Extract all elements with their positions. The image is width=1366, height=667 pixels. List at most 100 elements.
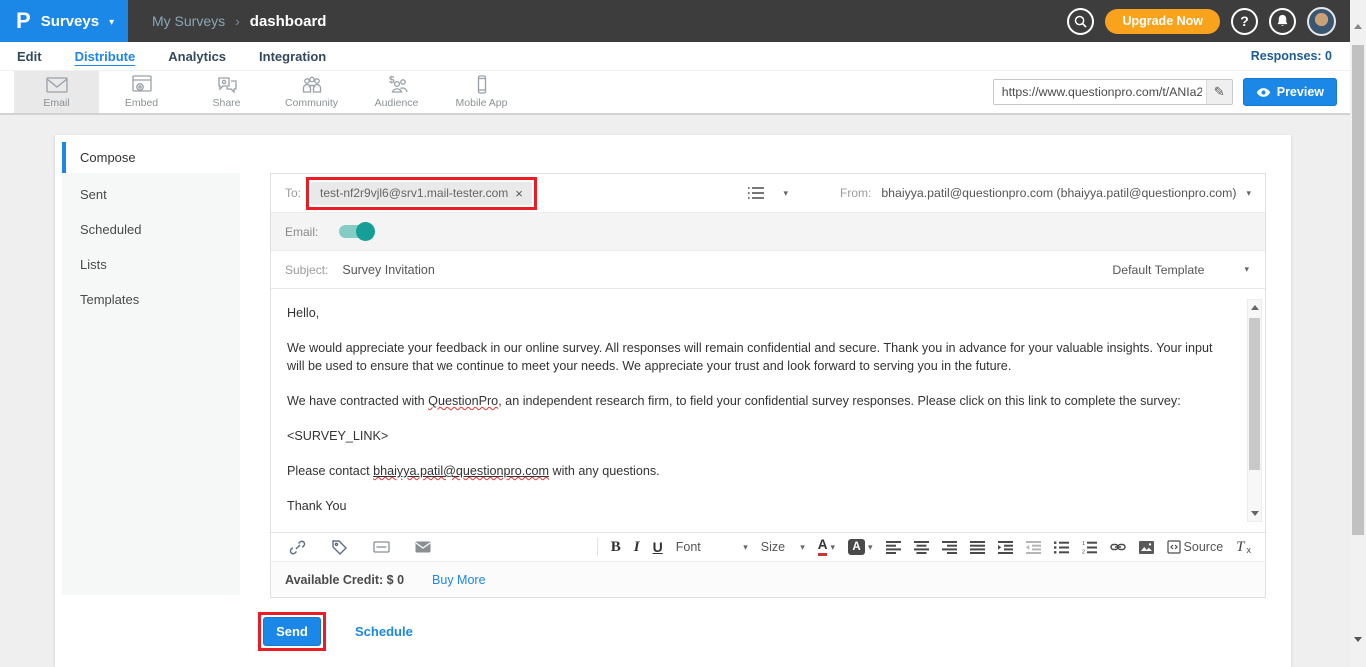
channel-mobile-app[interactable]: Mobile App [439, 71, 524, 113]
audience-icon: $ [385, 75, 409, 95]
send-button[interactable]: Send [263, 617, 321, 646]
page-scrollbar[interactable] [1350, 0, 1366, 667]
insert-tag-button[interactable] [331, 539, 348, 555]
email-distribution-panel: Compose Sent Scheduled Lists Templates T… [55, 135, 1291, 667]
editor-scrollbar[interactable] [1247, 299, 1262, 522]
bg-color-button[interactable]: A▾ [848, 539, 873, 555]
image-icon [1139, 541, 1154, 554]
sidebar-item-label: Compose [80, 150, 136, 165]
scroll-down-icon[interactable] [1248, 507, 1261, 520]
product-switcher[interactable]: P Surveys ▾ [0, 0, 128, 42]
recipient-chip[interactable]: test-nf2r9vjl6@srv1.mail-tester.com × [311, 182, 532, 205]
indent-button[interactable] [998, 541, 1013, 554]
bell-icon [1276, 14, 1289, 28]
preview-label: Preview [1277, 85, 1324, 99]
survey-nav-tabs: Edit Distribute Analytics Integration Re… [0, 42, 1350, 71]
sidebar-item-label: Sent [80, 187, 107, 202]
channel-label: Community [285, 97, 338, 109]
bold-button[interactable]: B [611, 539, 621, 556]
channel-label: Audience [375, 97, 419, 109]
edit-url-button[interactable]: ✎ [1206, 80, 1232, 104]
align-right-button[interactable] [942, 541, 957, 554]
sidebar-item-label: Lists [80, 257, 107, 272]
subject-label: Subject: [285, 263, 328, 277]
notifications-button[interactable] [1269, 8, 1296, 35]
mobile-app-icon [470, 75, 494, 95]
scroll-up-icon[interactable] [1248, 301, 1261, 314]
annotation-box-send: Send [258, 612, 326, 651]
caret-down-icon: ▾ [868, 542, 873, 553]
numbered-list-button[interactable]: 12 [1082, 541, 1097, 554]
breadcrumb-current: dashboard [250, 13, 327, 30]
justify-button[interactable] [970, 541, 985, 554]
insert-field-button[interactable] [373, 541, 390, 553]
link-icon [289, 539, 306, 556]
breadcrumb-parent[interactable]: My Surveys [152, 13, 225, 29]
tab-distribute[interactable]: Distribute [75, 49, 136, 64]
hyperlink-button[interactable] [1110, 542, 1126, 552]
editor-scrollbar-thumb[interactable] [1249, 318, 1260, 470]
list-caret-icon[interactable]: ▾ [783, 188, 788, 199]
italic-button[interactable]: I [634, 539, 640, 556]
source-icon [1167, 540, 1181, 554]
preview-button[interactable]: Preview [1243, 78, 1337, 106]
tab-analytics[interactable]: Analytics [168, 49, 226, 64]
bullet-list-button[interactable] [1054, 541, 1069, 554]
outdent-button[interactable] [1026, 541, 1041, 554]
chevron-down-icon: ▾ [109, 17, 114, 28]
help-button[interactable]: ? [1231, 8, 1258, 35]
align-left-button[interactable] [886, 541, 901, 554]
from-caret-icon[interactable]: ▾ [1246, 188, 1251, 199]
svg-text:2: 2 [1082, 549, 1085, 553]
upgrade-now-button[interactable]: Upgrade Now [1105, 9, 1220, 34]
from-value[interactable]: bhaiyya.patil@questionpro.com (bhaiyya.p… [881, 186, 1236, 200]
from-label: From: [840, 186, 871, 200]
page-scrollbar-thumb[interactable] [1352, 45, 1364, 535]
underline-button[interactable]: U [653, 539, 663, 555]
scrollbar-up-icon[interactable] [1354, 7, 1362, 25]
top-header-bar: P Surveys ▾ My Surveys › dashboard Upgra… [0, 0, 1350, 42]
responses-count[interactable]: Responses: 0 [1251, 49, 1350, 63]
annotation-box-recipient: test-nf2r9vjl6@srv1.mail-tester.com × [306, 177, 537, 210]
email-toggle-switch[interactable] [339, 225, 373, 238]
sidebar-item-templates[interactable]: Templates [62, 282, 240, 317]
select-list-button[interactable] [747, 186, 765, 200]
channel-audience[interactable]: $ Audience [354, 71, 439, 113]
align-center-icon [914, 541, 929, 554]
channel-embed[interactable]: Embed [99, 71, 184, 113]
channel-share[interactable]: Share [184, 71, 269, 113]
sidebar-item-scheduled[interactable]: Scheduled [62, 212, 240, 247]
tab-integration[interactable]: Integration [259, 49, 326, 64]
channel-email[interactable]: Email [14, 71, 99, 113]
bullet-list-icon [1054, 541, 1069, 554]
insert-email-button[interactable] [415, 541, 431, 553]
template-select[interactable]: Default Template ▾ [1112, 263, 1249, 277]
scrollbar-down-icon[interactable] [1354, 642, 1362, 660]
schedule-link[interactable]: Schedule [355, 624, 413, 639]
insert-image-button[interactable] [1139, 541, 1154, 554]
search-icon [1074, 15, 1087, 28]
channel-community[interactable]: Community [269, 71, 354, 113]
sidebar-item-lists[interactable]: Lists [62, 247, 240, 282]
email-toggle-row: Email: [271, 213, 1265, 251]
source-button[interactable]: Source [1167, 540, 1224, 554]
survey-url-box: ✎ [993, 79, 1233, 105]
sidebar-item-compose[interactable]: Compose [62, 142, 240, 173]
insert-link-button[interactable] [289, 539, 306, 556]
survey-url-input[interactable] [994, 85, 1206, 99]
email-body-editor[interactable]: Hello,We would appreciate your feedback … [271, 289, 1265, 532]
caret-down-icon: ▾ [800, 542, 805, 553]
text-color-button[interactable]: A▾ [818, 538, 835, 556]
tab-edit[interactable]: Edit [17, 49, 42, 64]
font-family-dropdown[interactable]: Font▾ [676, 540, 748, 554]
align-center-button[interactable] [914, 541, 929, 554]
remove-recipient-icon[interactable]: × [515, 186, 523, 201]
remove-format-button[interactable]: Tx [1236, 539, 1251, 556]
user-avatar[interactable] [1307, 7, 1336, 36]
subject-value[interactable]: Survey Invitation [342, 263, 434, 277]
sidebar-item-sent[interactable]: Sent [62, 177, 240, 212]
font-size-dropdown[interactable]: Size▾ [761, 540, 805, 554]
search-button[interactable] [1067, 8, 1094, 35]
buy-more-link[interactable]: Buy More [432, 573, 486, 587]
outdent-icon [1026, 541, 1041, 554]
